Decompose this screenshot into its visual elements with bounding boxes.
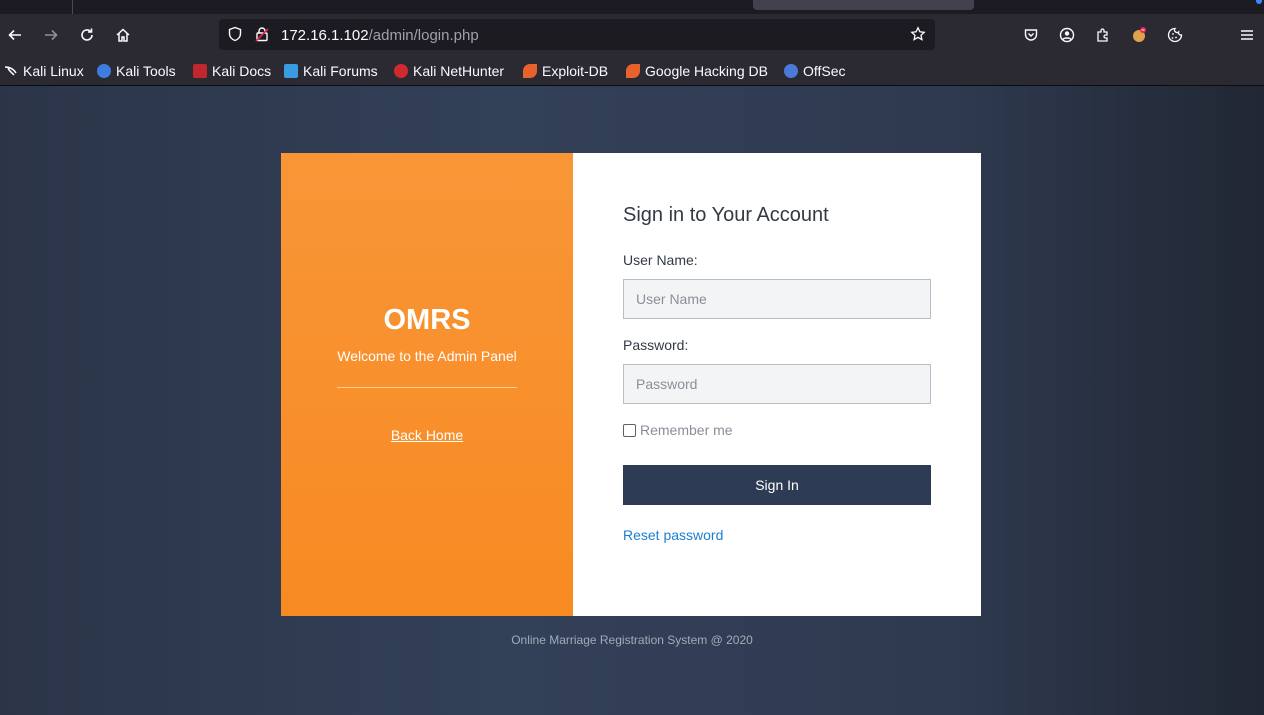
bookmark-label: OffSec (803, 63, 846, 79)
tab-strip (0, 0, 1264, 14)
reset-password-link[interactable]: Reset password (623, 527, 723, 543)
pocket-icon (1024, 29, 1038, 41)
brand-title: OMRS (383, 304, 471, 336)
welcome-text: Welcome to the Admin Panel (337, 348, 517, 364)
home-icon (116, 28, 130, 42)
bookmark-kali-tools[interactable]: Kali Tools (97, 62, 176, 80)
bookmark-label: Kali Docs (212, 63, 272, 79)
bookmark-label: Google Hacking DB (645, 63, 768, 79)
extension-addon-button[interactable] (1126, 22, 1152, 48)
reload-button[interactable] (74, 22, 100, 48)
url-path: /admin/login.php (368, 27, 479, 44)
tab-separator (72, 0, 73, 14)
arrow-right-icon (45, 29, 58, 41)
bookmark-offsec[interactable]: OffSec (784, 62, 846, 80)
cookie-button[interactable] (1162, 22, 1188, 48)
home-button[interactable] (110, 22, 136, 48)
bookmark-kali-linux[interactable]: Kali Linux (4, 62, 84, 80)
browser-tab[interactable] (753, 0, 974, 10)
bookmark-google-hacking-db[interactable]: Google Hacking DB (626, 62, 768, 80)
addon-icon (1133, 27, 1146, 42)
bookmarks-toolbar: Kali Linux Kali Tools Kali Docs Kali For… (0, 56, 1264, 86)
navigation-toolbar: 172.16.1.102/admin/login.php (0, 14, 1264, 56)
bookmark-label: Kali Forums (303, 63, 378, 79)
exploit-db-icon (523, 64, 537, 78)
back-button[interactable] (2, 22, 28, 48)
bookmark-star-icon[interactable] (910, 26, 926, 42)
bookmark-kali-docs[interactable]: Kali Docs (193, 62, 271, 80)
app-menu-button[interactable] (1234, 22, 1260, 48)
extensions-button[interactable] (1090, 22, 1116, 48)
kali-tools-icon (97, 64, 111, 78)
pocket-button[interactable] (1018, 22, 1044, 48)
insecure-lock-icon[interactable] (254, 26, 270, 42)
bookmark-label: Exploit-DB (542, 63, 609, 79)
sign-in-button[interactable]: Sign In (623, 465, 931, 505)
login-card: OMRS Welcome to the Admin Panel Back Hom… (281, 153, 981, 616)
url-text[interactable]: 172.16.1.102/admin/login.php (281, 27, 479, 44)
remember-me-label: Remember me (640, 422, 733, 438)
password-label: Password: (623, 337, 689, 353)
back-home-link[interactable]: Back Home (281, 427, 573, 443)
tab-indicator (1256, 0, 1262, 4)
ghdb-icon (626, 64, 640, 78)
hamburger-menu-icon (1241, 30, 1253, 40)
bookmark-kali-nethunter[interactable]: Kali NetHunter (394, 62, 504, 80)
bookmark-exploit-db[interactable]: Exploit-DB (523, 62, 608, 80)
form-title: Sign in to Your Account (623, 204, 829, 226)
brand-panel: OMRS Welcome to the Admin Panel Back Hom… (281, 153, 573, 616)
username-label: User Name: (623, 252, 698, 268)
password-input[interactable] (623, 364, 931, 404)
remember-me[interactable]: Remember me (623, 422, 733, 438)
remember-me-checkbox[interactable] (623, 423, 636, 437)
bookmark-kali-forums[interactable]: Kali Forums (284, 62, 378, 80)
account-button[interactable] (1054, 22, 1080, 48)
kali-dragon-icon (4, 64, 18, 78)
footer-text: Online Marriage Registration System @ 20… (511, 633, 753, 647)
bookmark-label: Kali NetHunter (413, 63, 505, 79)
puzzle-icon (1097, 28, 1108, 42)
kali-forums-icon (284, 64, 298, 78)
kali-nethunter-icon (394, 64, 408, 78)
page-content: OMRS Welcome to the Admin Panel Back Hom… (0, 86, 1264, 715)
account-icon (1059, 27, 1075, 43)
reload-icon (81, 28, 93, 41)
shield-icon[interactable] (227, 26, 243, 42)
login-form: Sign in to Your Account User Name: Passw… (573, 153, 981, 616)
forward-button[interactable] (38, 22, 64, 48)
divider (337, 387, 517, 388)
url-bar[interactable]: 172.16.1.102/admin/login.php (219, 19, 935, 50)
bookmark-label: Kali Tools (116, 63, 176, 79)
offsec-icon (784, 64, 798, 78)
url-host: 172.16.1.102 (281, 27, 369, 44)
cookie-icon (1167, 27, 1183, 43)
username-input[interactable] (623, 279, 931, 319)
kali-docs-icon (193, 64, 207, 78)
arrow-left-icon (8, 29, 21, 41)
bookmark-label: Kali Linux (23, 63, 84, 79)
